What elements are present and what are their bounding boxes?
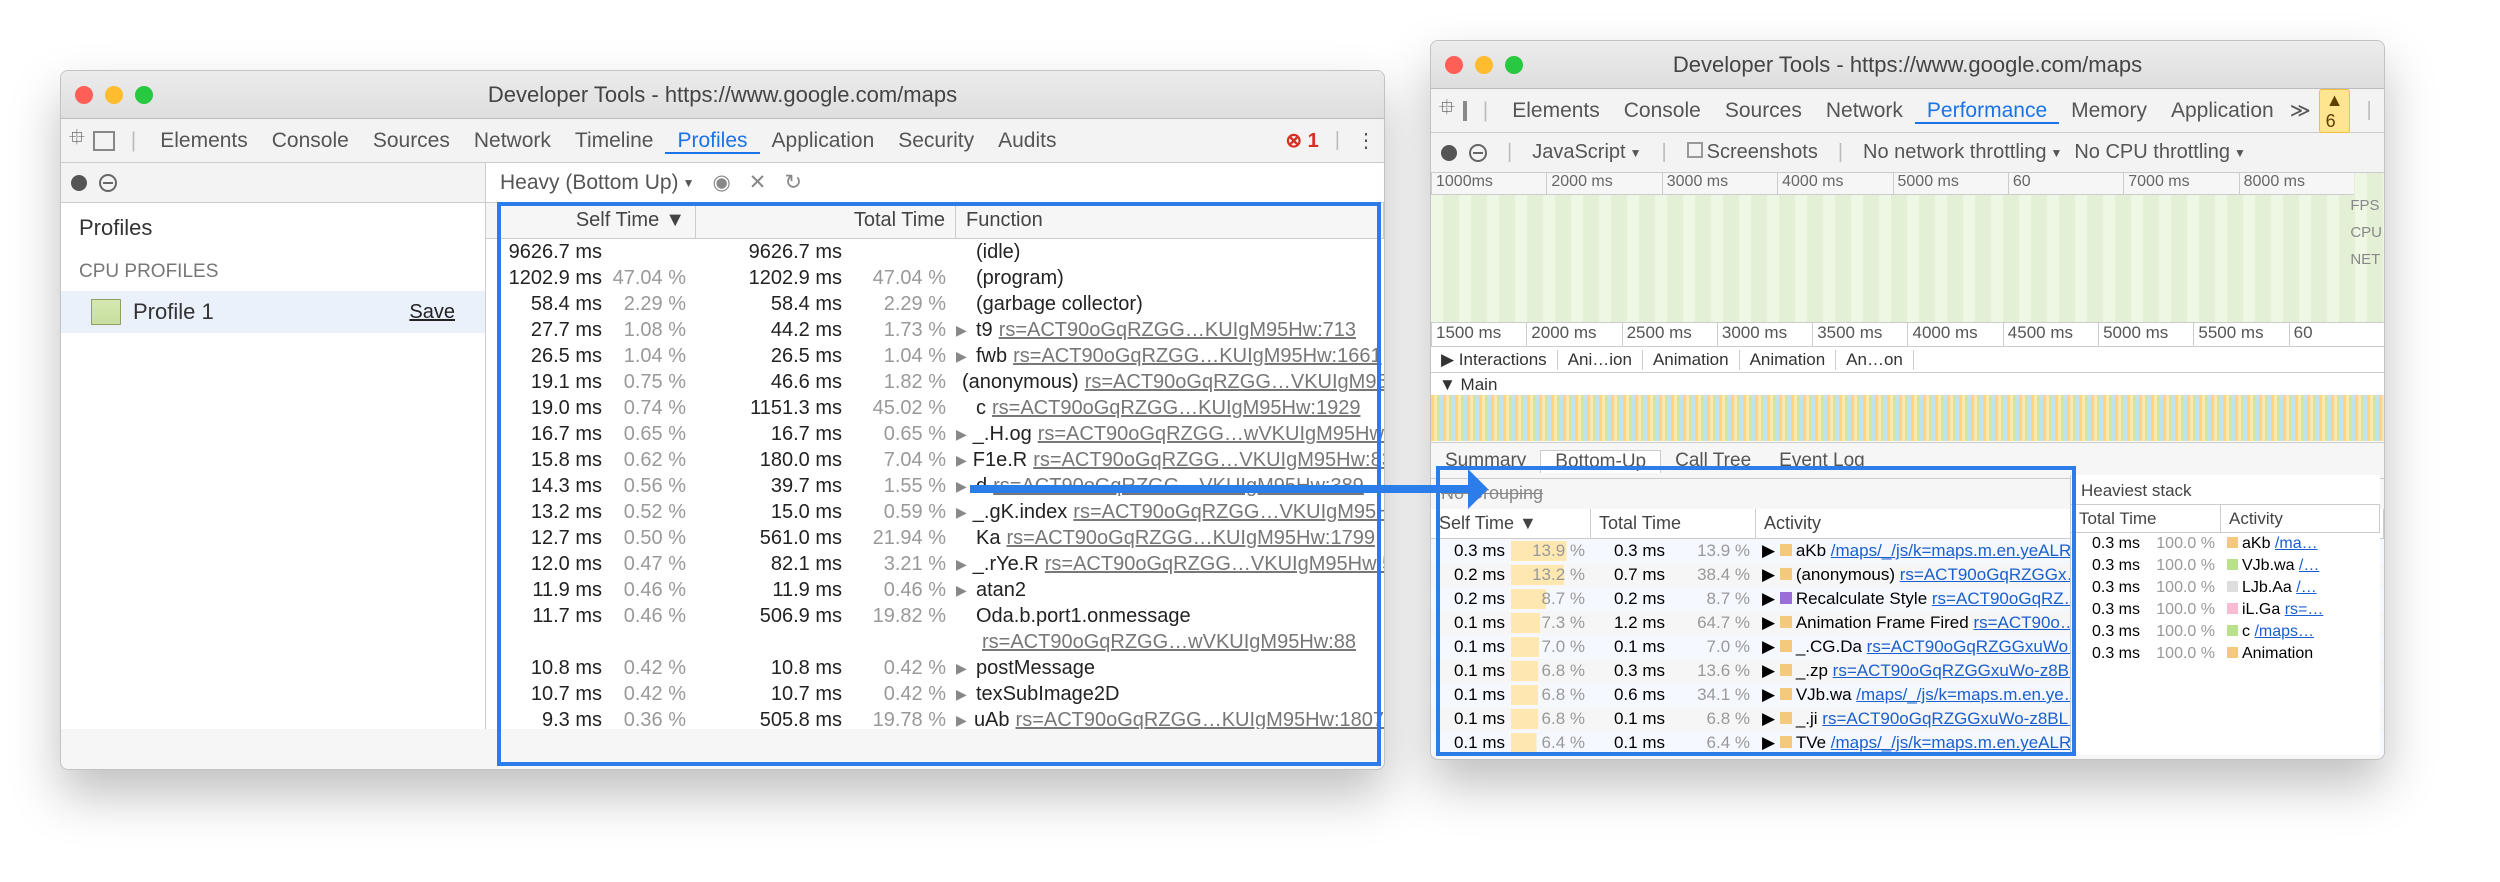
devtools-tabbar: ⯐ | ElementsConsoleSourcesNetworkTimelin… — [61, 119, 1384, 163]
category-swatch — [2227, 559, 2238, 570]
network-throttle-dropdown[interactable]: No network throttling — [1863, 141, 2062, 164]
category-dropdown[interactable]: JavaScript — [1532, 141, 1641, 164]
tab-console[interactable]: Console — [1612, 99, 1713, 122]
perf-toolbar: | JavaScript | Screenshots | No network … — [1431, 133, 2384, 173]
source-link[interactable]: rs=… — [2285, 601, 2324, 618]
highlight-box — [497, 202, 1381, 766]
source-link[interactable]: /ma… — [2275, 535, 2318, 552]
save-link[interactable]: Save — [409, 301, 455, 324]
eye-icon[interactable]: ◉ — [712, 170, 730, 195]
record-icon[interactable] — [1441, 145, 1457, 161]
tab-memory[interactable]: Memory — [2059, 99, 2159, 122]
tab-sources[interactable]: Sources — [1713, 99, 1814, 122]
tab-profiles[interactable]: Profiles — [665, 129, 759, 154]
tab-application[interactable]: Application — [2159, 99, 2286, 122]
device-mode-icon[interactable] — [93, 131, 115, 151]
stack-row[interactable]: 0.3 ms100.0 % aKb /ma… — [2071, 533, 2380, 555]
category-swatch — [2227, 647, 2238, 658]
devtools-window-old: Developer Tools - https://www.google.com… — [60, 70, 1385, 770]
close-icon[interactable]: ✕ — [749, 170, 767, 195]
tab-network[interactable]: Network — [1814, 99, 1915, 122]
record-icon[interactable] — [71, 175, 87, 191]
track-segment[interactable]: Animation — [1643, 350, 1740, 370]
category-swatch — [2227, 625, 2238, 636]
source-link[interactable]: /… — [2299, 557, 2319, 574]
view-mode-dropdown[interactable]: Heavy (Bottom Up) — [500, 171, 694, 195]
overview-ruler: 1000ms2000 ms3000 ms4000 ms5000 ms607000… — [1431, 173, 2354, 195]
refresh-icon[interactable]: ↻ — [784, 170, 802, 195]
tab-elements[interactable]: Elements — [1500, 99, 1612, 122]
settings-icon[interactable]: ⋮ — [1356, 128, 1376, 153]
panel-toolbar: Heavy (Bottom Up) ◉ ✕ ↻ — [486, 163, 1384, 203]
sidebar-heading: Profiles — [61, 203, 485, 253]
stack-col-activity[interactable]: Activity — [2221, 505, 2380, 532]
category-swatch — [2227, 581, 2238, 592]
screenshots-checkbox[interactable]: Screenshots — [1687, 141, 1818, 164]
titlebar[interactable]: Developer Tools - https://www.google.com… — [61, 71, 1384, 119]
tab-security[interactable]: Security — [886, 129, 986, 152]
source-link[interactable]: /… — [2296, 579, 2316, 596]
profiles-sidebar: Profiles CPU PROFILES Profile 1 Save — [61, 163, 486, 729]
detail-ruler: 1500 ms2000 ms2500 ms3000 ms3500 ms4000 … — [1431, 323, 2384, 347]
tab-timeline[interactable]: Timeline — [563, 129, 666, 152]
profile-label: Profile 1 — [133, 299, 214, 325]
migration-arrow — [970, 485, 1480, 493]
stack-col-total[interactable]: Total Time — [2071, 505, 2221, 532]
fps-label: FPS — [2350, 197, 2382, 214]
window-title: Developer Tools - https://www.google.com… — [1431, 52, 2384, 78]
tab-audits[interactable]: Audits — [986, 129, 1068, 152]
category-swatch — [2227, 537, 2238, 548]
track-segment[interactable]: ▶ Interactions — [1431, 350, 1558, 370]
net-label: NET — [2350, 251, 2382, 268]
stack-row[interactable]: 0.3 ms100.0 % c /maps… — [2071, 621, 2380, 643]
stack-row[interactable]: 0.3 ms100.0 % iL.Ga rs=… — [2071, 599, 2380, 621]
interactions-track: ▶ InteractionsAni…ionAnimationAnimationA… — [1431, 347, 2384, 373]
profile-item[interactable]: Profile 1 Save — [61, 291, 485, 333]
clear-icon[interactable] — [99, 174, 117, 192]
device-mode-icon[interactable] — [1463, 101, 1467, 121]
timeline-overview[interactable]: 1000ms2000 ms3000 ms4000 ms5000 ms607000… — [1431, 173, 2384, 323]
warning-badge[interactable]: ▲ 6 — [2319, 89, 2351, 133]
cpu-label: CPU — [2350, 224, 2382, 241]
window-title: Developer Tools - https://www.google.com… — [61, 82, 1384, 108]
tab-console[interactable]: Console — [260, 129, 361, 152]
track-segment[interactable]: An…on — [1836, 350, 1914, 370]
tab-sources[interactable]: Sources — [361, 129, 462, 152]
cpu-throttle-dropdown[interactable]: No CPU throttling — [2074, 141, 2246, 164]
main-track-label[interactable]: ▼ Main — [1431, 373, 2384, 395]
source-link[interactable]: /maps… — [2254, 623, 2314, 640]
stack-row[interactable]: 0.3 ms100.0 % Animation — [2071, 643, 2380, 665]
inspect-icon[interactable]: ⯐ — [69, 123, 85, 158]
flame-bars[interactable] — [1431, 395, 2384, 441]
track-segment[interactable]: Animation — [1740, 350, 1837, 370]
error-badge[interactable]: ⊗ 1 — [1285, 128, 1318, 153]
inspect-icon[interactable]: ⯐ — [1439, 93, 1455, 128]
highlight-box — [1436, 466, 2076, 756]
devtools-tabbar: ⯐ | ElementsConsoleSourcesNetworkPerform… — [1431, 89, 2384, 133]
stack-row[interactable]: 0.3 ms100.0 % VJb.wa /… — [2071, 555, 2380, 577]
tab-application[interactable]: Application — [760, 129, 887, 152]
heaviest-stack-panel: Heaviest stack Total Time Activity 0.3 m… — [2070, 475, 2380, 755]
more-tabs-icon[interactable]: ≫ — [2290, 98, 2311, 123]
clear-icon[interactable] — [1469, 144, 1487, 162]
tab-performance[interactable]: Performance — [1915, 99, 2059, 124]
stack-row[interactable]: 0.3 ms100.0 % LJb.Aa /… — [2071, 577, 2380, 599]
tab-network[interactable]: Network — [462, 129, 563, 152]
stack-heading: Heaviest stack — [2071, 475, 2380, 505]
titlebar[interactable]: Developer Tools - https://www.google.com… — [1431, 41, 2384, 89]
profile-icon — [91, 299, 121, 325]
flame-chart[interactable]: 1500 ms2000 ms2500 ms3000 ms3500 ms4000 … — [1431, 323, 2384, 443]
category-swatch — [2227, 603, 2238, 614]
sidebar-subheading: CPU PROFILES — [61, 253, 485, 291]
tab-elements[interactable]: Elements — [148, 129, 260, 152]
track-segment[interactable]: Ani…ion — [1558, 350, 1643, 370]
